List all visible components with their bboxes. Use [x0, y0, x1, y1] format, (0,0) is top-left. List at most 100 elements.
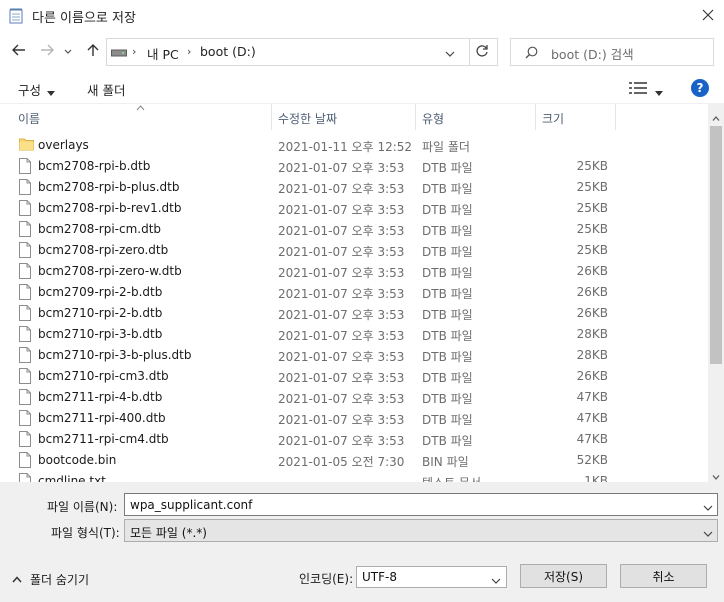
file-type: 텍스트 문서 [422, 474, 481, 482]
breadcrumb-boot-drive[interactable]: boot (D:) [200, 44, 256, 59]
file-row[interactable]: cmdline.txt 텍스트 문서 1KB [0, 471, 708, 482]
forward-button[interactable] [36, 40, 58, 62]
file-row[interactable]: bcm2710-rpi-cm3.dtb 2021-01-07 오후 3:53 D… [0, 366, 708, 387]
filename-input[interactable] [125, 494, 685, 515]
file-type: DTB 파일 [422, 350, 473, 364]
column-header-size[interactable]: 크기 [542, 110, 564, 127]
file-row[interactable]: bootcode.bin 2021-01-05 오전 7:30 BIN 파일 5… [0, 450, 708, 471]
file-size: 25KB [576, 159, 608, 173]
file-row[interactable]: bcm2708-rpi-b-rev1.dtb 2021-01-07 오후 3:5… [0, 198, 708, 219]
help-button[interactable]: ? [691, 79, 709, 97]
chevron-down-icon [64, 44, 72, 58]
column-header-type[interactable]: 유형 [422, 110, 444, 127]
file-row[interactable]: overlays 2021-01-11 오후 12:52 파일 폴더 [0, 135, 708, 156]
file-icon [19, 368, 31, 387]
file-name: bcm2710-rpi-cm3.dtb [38, 369, 169, 383]
search-box[interactable]: boot (D:) 검색 [510, 38, 714, 66]
refresh-button[interactable] [475, 44, 489, 61]
file-row[interactable]: bcm2708-rpi-b.dtb 2021-01-07 오후 3:53 DTB… [0, 156, 708, 177]
cancel-button[interactable]: 취소 [620, 564, 707, 588]
file-date: 2021-01-07 오후 3:53 [278, 203, 405, 217]
scroll-up-icon[interactable] [712, 110, 720, 124]
file-icon [19, 410, 31, 429]
column-divider[interactable] [535, 104, 536, 130]
file-row[interactable]: bcm2708-rpi-zero-w.dtb 2021-01-07 오후 3:5… [0, 261, 708, 282]
recent-locations-button[interactable] [61, 40, 75, 62]
file-size: 47KB [576, 411, 608, 425]
file-date: 2021-01-07 오후 3:53 [278, 266, 405, 280]
new-folder-button[interactable]: 새 폴더 [87, 80, 125, 99]
file-row[interactable]: bcm2710-rpi-2-b.dtb 2021-01-07 오후 3:53 D… [0, 303, 708, 324]
vertical-scrollbar[interactable] [708, 104, 724, 482]
file-row[interactable]: bcm2710-rpi-3-b.dtb 2021-01-07 오후 3:53 D… [0, 324, 708, 345]
view-options-button[interactable] [629, 82, 647, 97]
up-button[interactable] [82, 40, 104, 62]
chevron-down-icon [703, 526, 713, 540]
back-button[interactable] [8, 40, 30, 62]
column-divider[interactable] [615, 104, 616, 130]
file-row[interactable]: bcm2708-rpi-zero.dtb 2021-01-07 오후 3:53 … [0, 240, 708, 261]
column-header-date[interactable]: 수정한 날짜 [278, 110, 337, 127]
scrollbar-thumb[interactable] [710, 126, 722, 364]
scroll-down-icon[interactable] [712, 469, 720, 482]
file-size: 1KB [584, 474, 608, 482]
file-row[interactable]: bcm2709-rpi-2-b.dtb 2021-01-07 오후 3:53 D… [0, 282, 708, 303]
file-row[interactable]: bcm2711-rpi-400.dtb 2021-01-07 오후 3:53 D… [0, 408, 708, 429]
file-size: 26KB [576, 306, 608, 320]
file-name: overlays [38, 138, 89, 152]
file-icon [19, 221, 31, 240]
file-date: 2021-01-07 오후 3:53 [278, 434, 405, 448]
file-date: 2021-01-07 오후 3:53 [278, 329, 405, 343]
file-date: 2021-01-07 오후 3:53 [278, 245, 405, 259]
file-size: 28KB [576, 348, 608, 362]
address-dropdown-button[interactable] [445, 46, 455, 60]
file-icon [19, 200, 31, 219]
file-icon [19, 179, 31, 198]
file-name: bcm2708-rpi-b-plus.dtb [38, 180, 180, 194]
file-size: 25KB [576, 243, 608, 257]
filetype-select[interactable]: 모든 파일 (*.*) [124, 519, 718, 542]
breadcrumb-this-pc[interactable]: 내 PC [147, 44, 179, 63]
file-type: 파일 폴더 [422, 140, 470, 154]
chevron-down-icon[interactable] [703, 500, 713, 514]
file-date: 2021-01-11 오후 12:52 [278, 140, 413, 154]
file-row[interactable]: bcm2711-rpi-4-b.dtb 2021-01-07 오후 3:53 D… [0, 387, 708, 408]
file-type: DTB 파일 [422, 392, 473, 406]
arrow-up-icon [87, 43, 99, 60]
filename-field[interactable] [124, 493, 718, 516]
column-divider[interactable] [271, 104, 272, 130]
organize-button[interactable]: 구성 [18, 80, 41, 99]
close-button[interactable] [692, 0, 724, 32]
caret-down-icon[interactable] [655, 85, 663, 99]
filetype-label: 파일 형식(T): [51, 526, 120, 540]
file-date: 2021-01-07 오후 3:53 [278, 182, 405, 196]
file-list[interactable]: 이름 수정한 날짜 유형 크기 overlays 2021-01-11 오후 1… [0, 104, 724, 482]
file-row[interactable]: bcm2710-rpi-3-b-plus.dtb 2021-01-07 오후 3… [0, 345, 708, 366]
search-icon [525, 46, 538, 62]
address-bar[interactable]: › 내 PC › boot (D:) [106, 38, 498, 66]
file-icon [19, 347, 31, 366]
file-size: 26KB [576, 285, 608, 299]
file-date: 2021-01-07 오후 3:53 [278, 392, 405, 406]
column-divider[interactable] [415, 104, 416, 130]
window-title: 다른 이름으로 저장 [32, 11, 136, 26]
file-date: 2021-01-07 오후 3:53 [278, 350, 405, 364]
file-row[interactable]: bcm2708-rpi-b-plus.dtb 2021-01-07 오후 3:5… [0, 177, 708, 198]
arrow-right-icon [40, 44, 54, 59]
file-icon [19, 242, 31, 261]
breadcrumb-separator: › [132, 45, 137, 58]
save-button[interactable]: 저장(S) [520, 564, 607, 588]
column-header-name[interactable]: 이름 [18, 110, 40, 127]
file-name: bcm2708-rpi-b-rev1.dtb [38, 201, 182, 215]
file-size: 25KB [576, 222, 608, 236]
file-type: DTB 파일 [422, 308, 473, 322]
file-row[interactable]: bcm2711-rpi-cm4.dtb 2021-01-07 오후 3:53 D… [0, 429, 708, 450]
file-row[interactable]: bcm2708-rpi-cm.dtb 2021-01-07 오후 3:53 DT… [0, 219, 708, 240]
file-date: 2021-01-07 오후 3:53 [278, 224, 405, 238]
file-icon [19, 158, 31, 177]
file-name: bcm2711-rpi-400.dtb [38, 411, 166, 425]
chevron-down-icon [491, 573, 501, 587]
hide-folders-toggle[interactable]: 폴더 숨기기 [12, 572, 89, 587]
file-name: bcm2710-rpi-3-b.dtb [38, 327, 163, 341]
encoding-select[interactable]: UTF-8 [356, 566, 507, 588]
